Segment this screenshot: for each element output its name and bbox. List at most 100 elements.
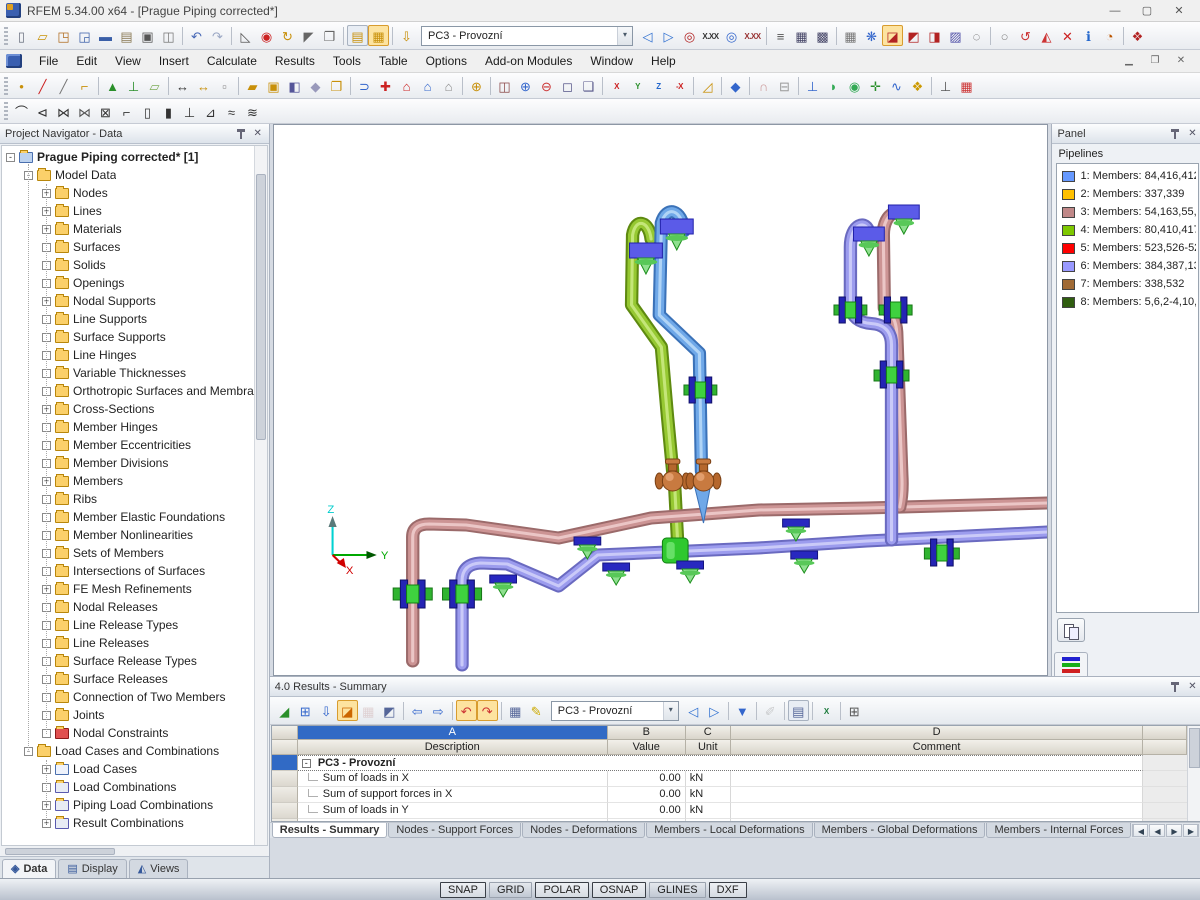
table-add-icon[interactable]: ⊞ (295, 700, 316, 721)
menu-item[interactable]: Edit (67, 52, 106, 70)
Views[interactable]: ◭ Views (129, 859, 189, 878)
piping-load-combinations[interactable]: + Piping Load Combinations (6, 796, 254, 814)
pipeline-list-item[interactable]: 3: Members: 54,163,55, (1059, 203, 1196, 221)
column-right-icon[interactable]: ⇨ (428, 700, 449, 721)
row-header[interactable] (272, 771, 298, 787)
redo-table-icon[interactable]: ↷ (477, 700, 498, 721)
undo-table-icon[interactable]: ↶ (456, 700, 477, 721)
dimension-values-icon[interactable]: ↔ (193, 75, 214, 96)
line-support-icon[interactable]: ⊥ (123, 75, 144, 96)
guide-snap-icon[interactable]: ⊟ (774, 75, 795, 96)
new-file-icon[interactable]: ▯ (11, 25, 32, 46)
next-loadcase-icon[interactable]: ▷ (658, 25, 679, 46)
column-letter-c[interactable]: C (686, 726, 731, 740)
table-notes-icon[interactable]: ✎ (526, 700, 547, 721)
mdi-restore-button[interactable]: ❐ (1144, 53, 1166, 69)
Data[interactable]: ◈ Data (2, 859, 56, 878)
view-in-y-icon[interactable]: Y (627, 75, 648, 96)
Members - Global Deformations[interactable]: Members - Global Deformations (814, 823, 986, 838)
render-wireframe-icon[interactable]: ◫ (494, 75, 515, 96)
nodal-supports[interactable]: + Nodal Supports (6, 292, 254, 310)
clipboard-icon[interactable]: ▤ (116, 25, 137, 46)
loadcase-combobox[interactable]: PC3 - Provozní ▾ (421, 26, 633, 46)
fe-region-icon[interactable]: ▫ (214, 75, 235, 96)
surface-supports[interactable]: Surface Supports (6, 328, 254, 346)
Results - Summary[interactable]: Results - Summary (272, 823, 388, 838)
close-icon[interactable]: ✕ (252, 128, 264, 139)
combo-dropdown-icon[interactable]: ▾ (663, 702, 678, 720)
menu-item[interactable]: Insert (150, 52, 198, 70)
SNAP[interactable]: SNAP (440, 882, 486, 898)
valve-icon[interactable]: ⋈ (53, 101, 74, 122)
delete-results-icon[interactable]: ✕ (1057, 25, 1078, 46)
pipeline-list-item[interactable]: 8: Members: 5,6,2-4,10, (1059, 293, 1196, 311)
show-result-diagram-icon[interactable]: ◎ (721, 25, 742, 46)
materials[interactable]: + Materials (6, 220, 254, 238)
menu-item[interactable]: File (30, 52, 67, 70)
result-combinations[interactable]: + Result Combinations (6, 814, 254, 832)
go-to-table-icon[interactable]: ⇩ (396, 25, 417, 46)
line-release-types[interactable]: Line Release Types (6, 616, 254, 634)
close-button[interactable]: ✕ (1164, 2, 1194, 20)
redo-icon[interactable]: ↷ (207, 25, 228, 46)
calc-params-icon[interactable]: ▦ (791, 25, 812, 46)
scrollbar-thumb[interactable] (1189, 728, 1200, 768)
connection-two-members[interactable]: Connection of Two Members (6, 688, 254, 706)
ribs[interactable]: Ribs (6, 490, 254, 508)
member-nonlinearities[interactable]: Member Nonlinearities (6, 526, 254, 544)
pipe-bend-icon[interactable]: ⌒ (11, 101, 32, 122)
menu-item[interactable]: Options (417, 52, 476, 70)
row-header[interactable] (272, 803, 298, 819)
tree-expander[interactable]: - (6, 153, 15, 162)
insert-line-type-icon[interactable]: ╱ (53, 75, 74, 96)
surface-release-types[interactable]: Surface Release Types (6, 652, 254, 670)
zoom-in-icon[interactable]: ⊕ (515, 75, 536, 96)
generate-structure-icon[interactable]: ⌂ (396, 75, 417, 96)
valve[interactable] (686, 459, 721, 491)
lines[interactable]: + Lines (6, 202, 254, 220)
group-row-header[interactable] (272, 755, 298, 771)
combo-dropdown-icon[interactable]: ▾ (617, 27, 632, 45)
menu-item[interactable]: Tools (324, 52, 370, 70)
nodes[interactable]: + Nodes (6, 184, 254, 202)
pipeline-list-item[interactable]: 1: Members: 84,416,412 (1059, 167, 1196, 185)
zoom-out-icon[interactable]: ⊖ (536, 75, 557, 96)
save-icon[interactable]: ▬ (95, 25, 116, 46)
generate-load-icon[interactable]: ⌂ (438, 75, 459, 96)
smooth-diagram-icon[interactable]: ∿ (886, 75, 907, 96)
show-result-values-icon[interactable]: ◎ (679, 25, 700, 46)
fe-mesh-icon[interactable]: ▦ (840, 25, 861, 46)
table-row[interactable]: Sum of support forces in X 0.00 kN (272, 787, 1200, 803)
info-icon[interactable]: ℹ (1078, 25, 1099, 46)
nodal-releases[interactable]: Nodal Releases (6, 598, 254, 616)
menu-item[interactable]: Table (370, 52, 417, 70)
table-select-icon[interactable]: ◩ (379, 700, 400, 721)
load-cases[interactable]: + Load Cases (6, 760, 254, 778)
joints[interactable]: Joints (6, 706, 254, 724)
dimension-icon[interactable]: ↔ (172, 75, 193, 96)
result-diagrams-icon[interactable]: ▤ (788, 700, 809, 721)
surface-releases[interactable]: Surface Releases (6, 670, 254, 688)
variable-thicknesses[interactable]: Variable Thicknesses (6, 364, 254, 382)
line-hinges[interactable]: Line Hinges (6, 346, 254, 364)
member-eccentricities[interactable]: Member Eccentricities (6, 436, 254, 454)
new-solid-icon[interactable]: ◆ (305, 75, 326, 96)
mirror-view-icon[interactable]: ◭ (1036, 25, 1057, 46)
column-letter-a[interactable]: A (298, 726, 608, 740)
guide-lines-icon[interactable]: ∩ (753, 75, 774, 96)
column-letter-b[interactable]: B (608, 726, 686, 740)
member-elastic-foundations[interactable]: Member Elastic Foundations (6, 508, 254, 526)
first-table-button[interactable]: ◀ (1132, 824, 1148, 837)
menu-item[interactable]: Window (581, 52, 642, 70)
toolbar-grip[interactable] (4, 102, 8, 120)
toolbar-grip[interactable] (4, 77, 8, 95)
pin-icon[interactable] (236, 128, 246, 140)
solids[interactable]: Solids (6, 256, 254, 274)
tile-colors-icon[interactable]: ❖ (907, 75, 928, 96)
folder-model-data[interactable]: - Model Data (6, 166, 254, 184)
valve-actuated-icon[interactable]: ⊠ (95, 101, 116, 122)
mdi-minimize-button[interactable]: ▁ (1118, 53, 1140, 69)
generate-structure-2-icon[interactable]: ⌂ (417, 75, 438, 96)
pipeline-list-item[interactable]: 5: Members: 523,526-52 (1059, 239, 1196, 257)
group-collapse-icon[interactable]: - (302, 759, 311, 768)
